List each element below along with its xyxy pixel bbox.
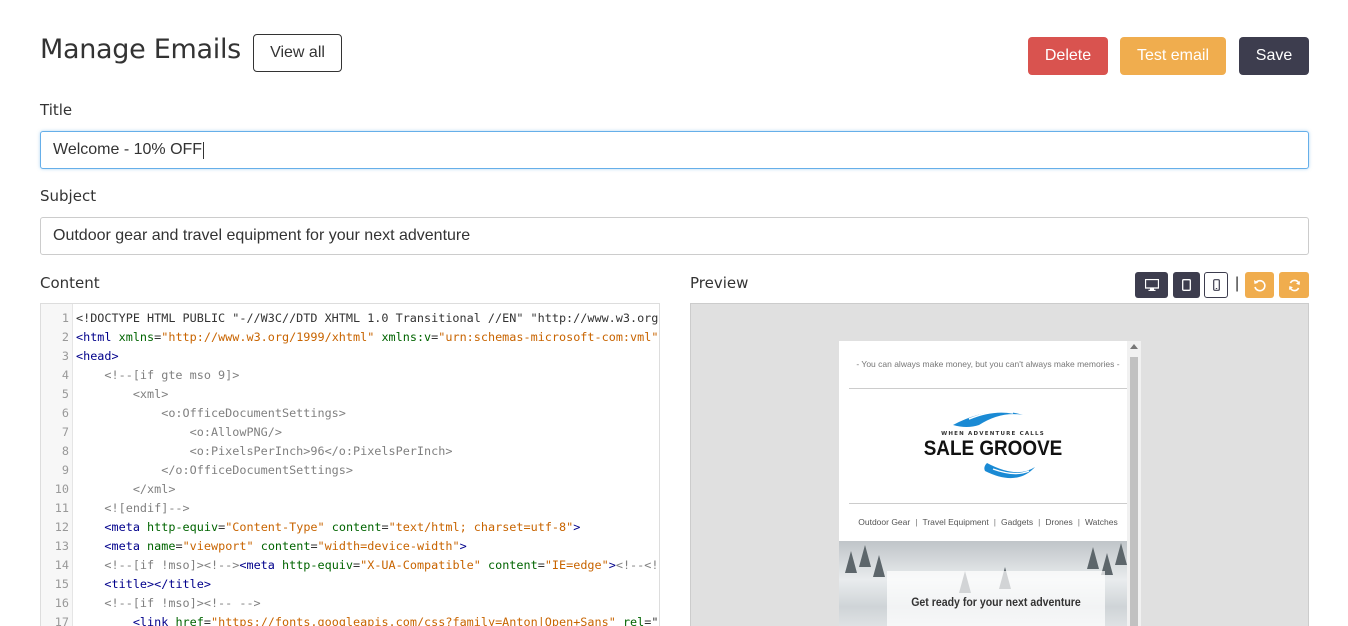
scroll-up-arrow-icon[interactable] [1130, 344, 1138, 349]
title-input-value: Welcome - 10% OFF [53, 141, 203, 158]
page-title: Manage Emails [40, 34, 241, 65]
content-label: Content [40, 274, 100, 292]
delete-button[interactable]: Delete [1028, 37, 1108, 75]
email-preview: - You can always make money, but you can… [839, 341, 1141, 626]
desktop-icon [1144, 279, 1159, 291]
line-number: 12 [54, 520, 69, 534]
mobile-view-button[interactable] [1204, 272, 1228, 298]
code-text: <![endif]--> [76, 501, 190, 515]
line-number: 4 [61, 368, 69, 382]
refresh-icon [1288, 279, 1300, 291]
email-divider [849, 503, 1127, 504]
email-nav-link[interactable]: Gadgets [1001, 517, 1033, 527]
code-text: <o:AllowPNG/> [76, 425, 282, 439]
hero-headline: Get ready for your next adventure [911, 595, 1081, 609]
title-label: Title [40, 101, 73, 119]
line-number: 13 [54, 539, 69, 553]
sale-groove-logo: WHEN ADVENTURE CALLS SALE GROOVE [924, 411, 1063, 479]
subject-input-value: Outdoor gear and travel equipment for yo… [53, 227, 471, 244]
code-text: <html xmlns="http://www.w3.org/1999/xhtm… [76, 330, 659, 344]
line-number: 15 [54, 577, 69, 591]
code-text: </xml> [76, 482, 176, 496]
code-text: <xml> [76, 387, 169, 401]
line-number: 2 [61, 330, 69, 344]
line-number: 6 [61, 406, 69, 420]
line-number: 10 [54, 482, 69, 496]
hero-text-box: Get ready for your next adventure [887, 571, 1105, 626]
preview-frame: - You can always make money, but you can… [690, 303, 1309, 626]
text-caret [203, 141, 205, 159]
subject-input[interactable]: Outdoor gear and travel equipment for yo… [40, 217, 1309, 255]
tablet-icon [1182, 279, 1191, 291]
logo-text: SALE GROOVE [924, 437, 1063, 460]
line-number: 1 [61, 311, 69, 325]
email-nav-link[interactable]: Watches [1085, 517, 1118, 527]
line-number: 7 [61, 425, 69, 439]
code-text: <!--[if !mso]><!--><meta http-equiv="X-U… [76, 558, 659, 572]
line-number: 16 [54, 596, 69, 610]
line-number: 17 [54, 615, 69, 626]
mobile-icon [1212, 279, 1220, 291]
line-number: 11 [54, 501, 69, 515]
code-text: <!DOCTYPE HTML PUBLIC "-//W3C//DTD XHTML… [76, 311, 659, 325]
subject-label: Subject [40, 187, 97, 205]
code-text: </o:OfficeDocumentSettings> [76, 463, 353, 477]
email-hero-image: Get ready for your next adventure [839, 541, 1127, 626]
code-text: <o:PixelsPerInch>96</o:PixelsPerInch> [76, 444, 453, 458]
code-text: <o:OfficeDocumentSettings> [76, 406, 346, 420]
code-editor[interactable]: 1 <!DOCTYPE HTML PUBLIC "-//W3C//DTD XHTM… [40, 303, 660, 626]
undo-icon [1254, 279, 1266, 291]
email-nav: Outdoor Gear | Travel Equipment | Gadgets | Dr… [858, 517, 1118, 527]
code-text: <!--[if gte mso 9]> [76, 368, 240, 382]
code-text: <link href="https://fonts.googleapis.com… [132, 615, 659, 626]
code-text: <!--[if !mso]><!-- --> [76, 596, 261, 610]
code-text: <meta http-equiv="Content-Type" content=… [104, 520, 581, 534]
undo-button[interactable] [1245, 272, 1274, 298]
line-number: 8 [61, 444, 69, 458]
email-divider [849, 388, 1127, 389]
line-number: 5 [61, 387, 69, 401]
line-number: 3 [61, 349, 69, 363]
desktop-view-button[interactable] [1135, 272, 1168, 298]
test-email-button[interactable]: Test email [1120, 37, 1226, 75]
line-number: 14 [54, 558, 69, 572]
line-number: 9 [61, 463, 69, 477]
toolbar-divider: | [1235, 275, 1240, 292]
email-scrollbar[interactable] [1127, 341, 1141, 626]
email-nav-link[interactable]: Outdoor Gear [858, 517, 910, 527]
code-text: <title></title> [104, 577, 211, 591]
refresh-button[interactable] [1279, 272, 1309, 298]
email-nav-link[interactable]: Drones [1045, 517, 1072, 527]
view-all-button[interactable]: View all [253, 34, 342, 72]
preview-label: Preview [690, 274, 749, 292]
tablet-view-button[interactable] [1173, 272, 1200, 298]
email-nav-link[interactable]: Travel Equipment [922, 517, 988, 527]
email-tagline: - You can always make money, but you can… [856, 359, 1120, 369]
code-text: <head> [76, 349, 119, 363]
email-scrollbar-thumb[interactable] [1130, 357, 1138, 626]
save-button[interactable]: Save [1239, 37, 1309, 75]
title-input[interactable]: Welcome - 10% OFF [40, 131, 1309, 169]
logo-subtitle: WHEN ADVENTURE CALLS [941, 431, 1045, 437]
code-text: <meta name="viewport" content="width=dev… [104, 539, 467, 553]
